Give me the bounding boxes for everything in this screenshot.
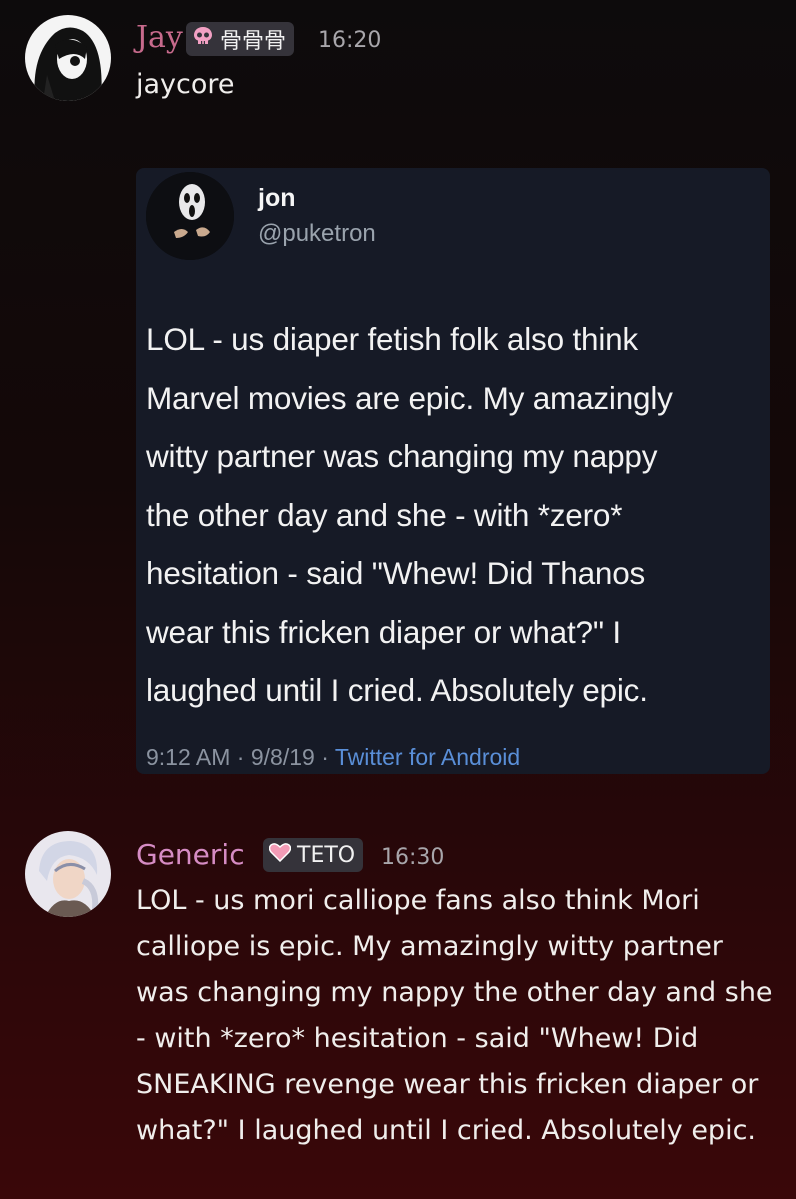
tweet-metadata: 9:12 AM · 9/8/19 · Twitter for Android (146, 744, 520, 771)
avatar-jay-image (25, 15, 111, 101)
timestamp-generic: 16:30 (381, 845, 445, 870)
role-tag-text: 骨骨骨 (220, 29, 287, 54)
avatar-generic[interactable] (25, 831, 111, 917)
role-tag-text: TETO (297, 842, 356, 868)
pink-heart-icon (268, 842, 292, 868)
avatar-jay[interactable] (25, 15, 111, 101)
tweet-image-attachment[interactable]: jon @puketron LOL - us diaper fetish fol… (136, 168, 770, 774)
timestamp-jay: 16:20 (318, 28, 382, 53)
tweet-line: laughed until I cried. Absolutely epic. (146, 672, 648, 708)
message-text-jay: jaycore (136, 69, 235, 100)
tweet-avatar (146, 172, 234, 260)
tweet-author-handle: @puketron (258, 220, 376, 247)
role-tag-generic[interactable]: TETO (263, 838, 364, 872)
ghostface-icon (146, 172, 234, 260)
message-text-generic: LOL - us mori calliope fans also think M… (136, 885, 773, 1146)
tweet-line: witty partner was changing my nappy (146, 438, 658, 474)
tweet-author-name: jon (258, 184, 296, 212)
tweet-separator: · (236, 744, 245, 770)
tweet-source-app: Twitter for Android (334, 744, 521, 770)
tweet-body: LOL - us diaper fetish folk also think M… (146, 310, 766, 720)
tweet-line: Marvel movies are epic. My amazingly (146, 379, 673, 416)
username-jay[interactable]: Jay (136, 20, 183, 55)
tweet-line: LOL - us diaper fetish folk also think (146, 321, 638, 357)
tweet-separator: · (321, 744, 329, 770)
tweet-line: wear this fricken diaper or what?" I (146, 613, 621, 650)
tweet-line: hesitation - said "Whew! Did Thanos (146, 555, 646, 591)
avatar-generic-image (25, 831, 111, 917)
role-tag-jay[interactable]: 骨骨骨 (186, 22, 295, 56)
username-generic[interactable]: Generic (136, 838, 245, 871)
skull-icon (192, 25, 214, 53)
tweet-date: 9/8/19 (250, 744, 315, 770)
tweet-line: the other day and she - with *zero* (146, 496, 623, 533)
tweet-time: 9:12 AM (146, 744, 231, 770)
